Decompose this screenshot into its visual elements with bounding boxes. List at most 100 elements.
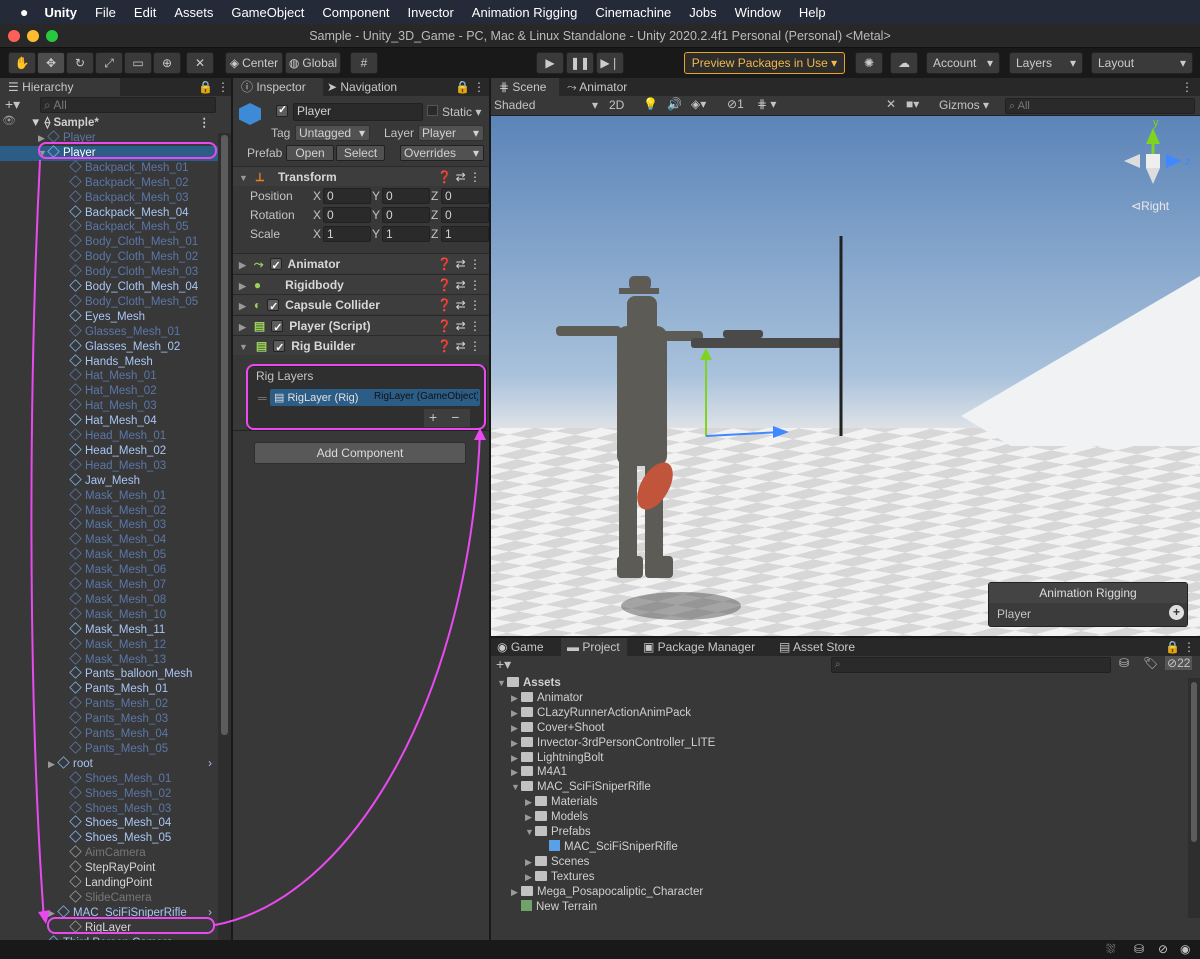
view-right-label[interactable]: ⊲Right xyxy=(1131,199,1170,213)
hierarchy-row[interactable]: Pants_Mesh_01 xyxy=(0,681,218,697)
hidden-objects-icon[interactable]: ⊘1 xyxy=(727,97,744,111)
hierarchy-row[interactable]: Body_Cloth_Mesh_03 xyxy=(0,264,218,280)
snap-grid-icon[interactable]: # xyxy=(350,52,378,74)
pivot-center-toggle[interactable]: ◈ Center xyxy=(225,52,283,74)
component-enabled-checkbox[interactable] xyxy=(273,338,286,358)
transform-y-input[interactable]: 0 xyxy=(382,207,430,223)
layers-dropdown[interactable]: Layers ▾ xyxy=(1009,52,1083,74)
label-icon[interactable]: 🏷 xyxy=(1143,656,1158,670)
expand-arrow-icon[interactable]: ▶ xyxy=(525,855,535,870)
menu-invector[interactable]: Invector xyxy=(408,5,454,20)
open-prefab-chevron-icon[interactable]: › xyxy=(208,757,212,772)
menu-file[interactable]: File xyxy=(95,5,116,20)
hierarchy-search-input[interactable]: ⌕ All xyxy=(40,97,216,113)
lighting-icon[interactable]: 💡 xyxy=(643,97,658,111)
camera-icon[interactable]: ■▾ xyxy=(906,97,919,111)
static-checkbox[interactable] xyxy=(427,105,438,116)
project-tree-item[interactable]: ▶ Textures xyxy=(491,870,1188,885)
hierarchy-row[interactable]: Body_Cloth_Mesh_04 xyxy=(0,279,218,295)
project-scrollbar[interactable] xyxy=(1188,678,1200,918)
expand-arrow-icon[interactable]: ▶ xyxy=(48,757,58,772)
move-tool-icon[interactable]: ✥ xyxy=(37,52,65,74)
hierarchy-row[interactable]: Pants_Mesh_04 xyxy=(0,726,218,742)
hierarchy-row[interactable]: Pants_balloon_Mesh xyxy=(0,666,218,682)
hierarchy-row[interactable]: Shoes_Mesh_02 xyxy=(0,785,218,802)
expand-arrow-icon[interactable]: ▶ xyxy=(511,765,521,780)
menu-component[interactable]: Component xyxy=(322,5,389,20)
create-plus-icon[interactable]: +▾ xyxy=(5,96,20,113)
gizmos-dropdown[interactable]: Gizmos ▾ xyxy=(939,98,999,112)
menu-help[interactable]: Help xyxy=(799,5,826,20)
hierarchy-row[interactable]: Hat_Mesh_01 xyxy=(0,368,218,384)
cloud-icon[interactable]: ☁ xyxy=(890,52,918,74)
menu-gameobject[interactable]: GameObject xyxy=(231,5,304,20)
project-tree-item[interactable]: ▶ Models xyxy=(491,810,1188,825)
expand-arrow-icon[interactable]: ▶ xyxy=(511,706,521,721)
pause-button[interactable]: ❚❚ xyxy=(566,52,594,74)
hierarchy-row[interactable]: Head_Mesh_03 xyxy=(0,458,218,474)
transform-x-input[interactable]: 0 xyxy=(323,207,371,223)
expand-arrow-icon[interactable]: ▼ xyxy=(511,780,521,795)
hierarchy-row[interactable]: Mask_Mesh_01 xyxy=(0,487,218,504)
hierarchy-row[interactable]: ▶ root › xyxy=(0,756,218,772)
collab-icon[interactable]: ◉ xyxy=(1180,942,1190,956)
debug-mode-icon[interactable]: ⊘ xyxy=(1158,942,1168,956)
tab-asset-store[interactable]: ▤ Asset Store xyxy=(779,638,869,656)
expand-arrow-icon[interactable]: ▼ xyxy=(525,825,535,840)
hierarchy-row[interactable]: AimCamera xyxy=(0,845,218,861)
hierarchy-row[interactable]: Body_Cloth_Mesh_05 xyxy=(0,294,218,310)
rect-tool-icon[interactable]: ▭ xyxy=(124,52,152,74)
menu-animation-rigging[interactable]: Animation Rigging xyxy=(472,5,578,20)
transform-z-input[interactable]: 1 xyxy=(441,226,489,242)
component-enabled-checkbox[interactable] xyxy=(267,297,280,317)
hierarchy-row[interactable]: Jaw_Mesh xyxy=(0,472,218,489)
foldout-arrow-icon[interactable]: ▶ xyxy=(239,281,246,291)
2d-toggle[interactable]: 2D xyxy=(609,98,624,112)
component-menu-icons[interactable]: ❓ ⇄ ⋮ xyxy=(437,167,481,187)
hierarchy-row[interactable]: SlideCamera xyxy=(0,890,218,906)
rotate-tool-icon[interactable]: ↻ xyxy=(66,52,94,74)
account-dropdown[interactable]: Account ▾ xyxy=(926,52,1000,74)
transform-z-input[interactable]: 0 xyxy=(441,188,489,204)
hierarchy-row[interactable]: Pants_Mesh_05 xyxy=(0,741,218,757)
project-tree-item[interactable]: ▼ Assets xyxy=(491,676,1188,691)
lock-icon[interactable]: 🔒 xyxy=(1165,638,1180,656)
hierarchy-row[interactable]: Mask_Mesh_02 xyxy=(0,502,218,519)
project-tree-item[interactable]: ▶ Invector-3rdPersonController_LITE xyxy=(491,736,1188,751)
expand-arrow-icon[interactable]: ▶ xyxy=(511,736,521,751)
pivot-global-toggle[interactable]: ◍ Global xyxy=(285,52,341,74)
auto-generate-lighting-icon[interactable]: ⛆ xyxy=(1106,942,1116,957)
tag-dropdown[interactable]: Untagged ▾ xyxy=(295,125,370,141)
tab-package-manager[interactable]: ▣ Package Manager xyxy=(643,638,773,656)
transform-tool-icon[interactable]: ⊕ xyxy=(153,52,181,74)
hierarchy-row[interactable]: LandingPoint xyxy=(0,875,218,891)
project-tree-item[interactable]: ▶ CLazyRunnerActionAnimPack xyxy=(491,706,1188,721)
lock-icon[interactable]: 🔒 xyxy=(455,78,470,96)
expand-arrow-icon[interactable]: ▶ xyxy=(525,795,535,810)
hierarchy-row[interactable]: Backpack_Mesh_03 xyxy=(0,189,218,206)
scene-viewport[interactable]: y z ⊲Right xyxy=(491,116,1200,636)
hierarchy-row[interactable]: Hat_Mesh_04 xyxy=(0,413,218,429)
hierarchy-scrollbar[interactable] xyxy=(218,133,231,940)
component-header[interactable]: ▶ ◐ Capsule Collider ❓ ⇄ ⋮ xyxy=(233,294,489,317)
prefab-select-button[interactable]: Select xyxy=(336,145,385,161)
expand-arrow-icon[interactable]: ▶ xyxy=(511,691,521,706)
kebab-menu-icon[interactable]: ⋮ xyxy=(1181,78,1193,96)
grid-toggle-icon[interactable]: ⋕ ▾ xyxy=(757,97,776,111)
hierarchy-row[interactable]: Mask_Mesh_13 xyxy=(0,651,218,668)
hand-tool-icon[interactable]: ✋ xyxy=(8,52,36,74)
preview-packages-dropdown[interactable]: Preview Packages in Use ▾ xyxy=(684,52,845,74)
custom-tool-icon[interactable]: ✕ xyxy=(186,52,214,74)
hierarchy-row[interactable]: Hat_Mesh_02 xyxy=(0,383,218,399)
tab-animator[interactable]: ⤳ Animator xyxy=(567,78,647,96)
tab-project[interactable]: ▬ Project xyxy=(561,638,627,656)
component-menu-icons[interactable]: ❓ ⇄ ⋮ xyxy=(437,254,481,274)
hierarchy-row[interactable]: Mask_Mesh_07 xyxy=(0,577,218,593)
project-tree-item[interactable]: ▶ M4A1 xyxy=(491,765,1188,780)
scene-row[interactable]: ▼ ⟠ Sample* ⋮ xyxy=(0,116,218,131)
menu-jobs[interactable]: Jobs xyxy=(689,5,716,20)
hierarchy-row[interactable]: Pants_Mesh_03 xyxy=(0,711,218,727)
project-tree-item[interactable]: ▶ Mega_Posapocaliptic_Character xyxy=(491,885,1188,900)
hierarchy-row[interactable]: Backpack_Mesh_04 xyxy=(0,204,218,221)
component-header[interactable]: ▶ ● Rigidbody ❓ ⇄ ⋮ xyxy=(233,273,489,294)
